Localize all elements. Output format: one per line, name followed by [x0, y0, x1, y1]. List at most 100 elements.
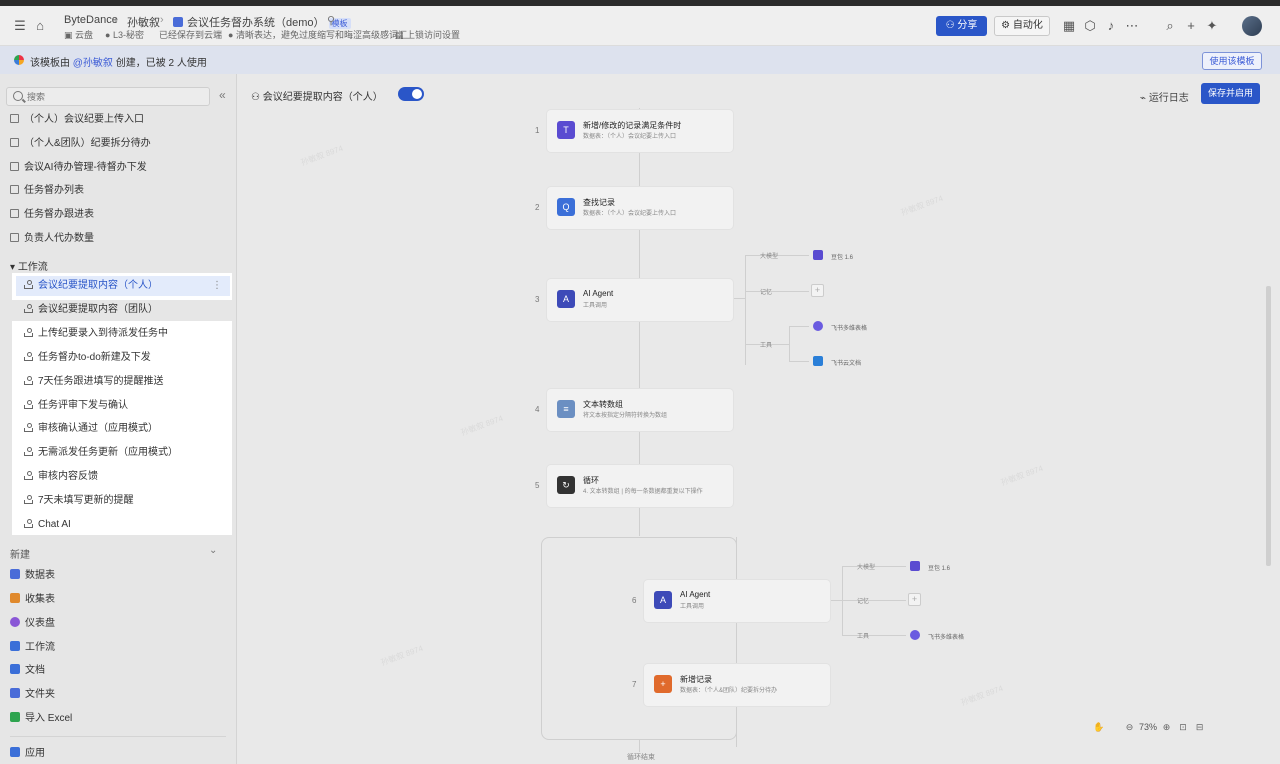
model-node-icon[interactable]: [813, 250, 823, 260]
search-icon[interactable]: ⌕: [1162, 18, 1178, 34]
sidebar-workflow-item[interactable]: 任务督办to-do新建及下发: [24, 348, 151, 368]
node-subtitle: 数据表：（个人）会议纪要上传入口: [583, 211, 677, 217]
node-title: 新增记录: [680, 675, 712, 684]
pin-icon[interactable]: ⚲: [327, 14, 335, 27]
more-icon[interactable]: ⋯: [1124, 18, 1140, 34]
sidebar-workflow-item[interactable]: 7天未填写更新的提醒: [24, 491, 134, 511]
doc-tool-icon[interactable]: [813, 356, 823, 366]
hand-icon[interactable]: ✋: [1092, 722, 1106, 733]
home-icon[interactable]: ⌂: [32, 18, 48, 34]
sparkle-icon[interactable]: ✦: [1204, 18, 1220, 34]
run-log-button[interactable]: ⌁ 运行日志: [1140, 89, 1189, 104]
collapse-sidebar-icon[interactable]: «: [219, 88, 226, 102]
new-folder-item[interactable]: 文件夹: [10, 685, 55, 705]
sidebar-workflow-item[interactable]: 上传纪要录入到待派发任务中: [24, 324, 168, 344]
workflow-icon: [24, 423, 33, 432]
chevron-down-icon[interactable]: ⌄: [209, 545, 217, 556]
fit-view-icon[interactable]: ⊡: [1176, 722, 1190, 733]
connector-line: [789, 326, 790, 361]
branch-label-memory: 记忆: [760, 290, 773, 296]
search-icon: [13, 91, 23, 101]
layout-icon[interactable]: ⊟: [1193, 722, 1207, 733]
robot-icon: ⚙: [1001, 20, 1013, 31]
zoom-out-icon[interactable]: ⊖: [1123, 722, 1137, 733]
workflow-icon: [24, 328, 33, 337]
extension-icon[interactable]: ⬡: [1082, 18, 1098, 34]
model-name: 豆包 1.6: [928, 566, 951, 572]
canvas-scrollbar[interactable]: [1266, 286, 1271, 566]
branch-label-tools: 工具: [857, 634, 870, 640]
history-icon[interactable]: ▦: [1061, 18, 1077, 34]
bell-icon[interactable]: ♪: [1103, 18, 1119, 34]
app-item[interactable]: 应用: [10, 744, 45, 764]
add-memory-button[interactable]: +: [811, 284, 824, 297]
sidebar-workflow-item[interactable]: 7天任务跟进填写的提醒推送: [24, 372, 164, 392]
sidebar-workflow-item[interactable]: 审核内容反馈: [24, 467, 98, 487]
plus-icon[interactable]: +: [1183, 18, 1199, 34]
branch-label-model: 大模型: [760, 254, 779, 260]
workflow-enable-toggle[interactable]: [398, 87, 424, 101]
workflow-section-header[interactable]: ▾ 工作流: [10, 258, 48, 273]
new-dashboard-item[interactable]: 仪表盘: [10, 614, 55, 634]
sidebar-search[interactable]: [6, 87, 210, 106]
sidebar-table-item[interactable]: 负责人代办数量: [10, 229, 94, 249]
sidebar-workflow-item[interactable]: 无需派发任务更新（应用模式）: [24, 443, 178, 463]
import-excel-item[interactable]: 导入 Excel: [10, 709, 72, 729]
sidebar-workflow-item[interactable]: Chat AI: [24, 515, 71, 535]
form-icon: [10, 593, 20, 603]
use-template-button[interactable]: 使用该模板: [1202, 52, 1262, 70]
ai-agent-node[interactable]: A AI Agent 工具调用: [547, 279, 733, 321]
sidebar-workflow-item[interactable]: 会议纪要提取内容（团队）: [24, 300, 158, 320]
trigger-node[interactable]: T 新增/修改的记录满足条件时 数据表：（个人）会议纪要上传入口: [547, 110, 733, 152]
share-button[interactable]: ⚇ 分享: [936, 16, 987, 36]
save-enable-button[interactable]: 保存并启用: [1201, 83, 1260, 104]
workflow-icon: [24, 471, 33, 480]
sidebar-table-item[interactable]: 任务督办跟进表: [10, 205, 94, 225]
more-icon[interactable]: ⋮: [212, 276, 222, 296]
bitable-tool-icon[interactable]: [813, 321, 823, 331]
security-meta[interactable]: ● L3-秘密: [105, 28, 144, 41]
text-to-array-node[interactable]: ≡ 文本转数组 将文本按指定分隔符转换为数组: [547, 389, 733, 431]
node-title: AI Agent: [583, 289, 614, 298]
node-subtitle: 数据表：（个人）会议纪要上传入口: [583, 134, 677, 140]
model-node-icon[interactable]: [910, 561, 920, 571]
new-section-header[interactable]: 新建: [10, 546, 30, 561]
loop-node[interactable]: ↻ 循环 4. 文本转数组 | 的每一条数据都重复以下操作: [547, 465, 733, 507]
new-workflow-item[interactable]: 工作流: [10, 638, 55, 658]
zoom-in-icon[interactable]: ⊕: [1160, 722, 1174, 733]
ai-agent-node[interactable]: A AI Agent 工具调用: [644, 580, 830, 622]
agent-icon: A: [654, 591, 672, 609]
find-records-node[interactable]: Q 查找记录 数据表：（个人）会议纪要上传入口: [547, 187, 733, 229]
add-record-node[interactable]: + 新增记录 数据表：（个人&团队）纪要拆分待办: [644, 664, 830, 706]
banner-author[interactable]: @孙敏叙: [73, 58, 113, 69]
sidebar-table-item[interactable]: 会议AI待办管理-待督办下发: [10, 158, 147, 178]
new-table-item[interactable]: 数据表: [10, 566, 55, 586]
avatar[interactable]: [1242, 16, 1262, 36]
automation-button[interactable]: ⚙ 自动化: [994, 16, 1050, 36]
menu-icon[interactable]: ☰: [12, 18, 28, 34]
caret-down-icon: ▾: [10, 262, 18, 273]
node-subtitle: 将文本按指定分隔符转换为数组: [583, 413, 668, 419]
breadcrumb-org[interactable]: ByteDance: [64, 14, 118, 26]
hint-meta: ● 清晰表达，避免过度缩写和晦涩高级感词汇: [228, 30, 407, 40]
sidebar-workflow-item-active[interactable]: 会议纪要提取内容（个人） ⋮: [16, 276, 230, 296]
workflow-icon: [24, 400, 33, 409]
search-input[interactable]: [27, 90, 207, 104]
new-form-item[interactable]: 收集表: [10, 590, 55, 610]
location-meta: ▣ 云盘: [64, 30, 94, 40]
sidebar-workflow-item[interactable]: 任务评审下发与确认: [24, 396, 128, 416]
sidebar-table-item[interactable]: 任务督办列表: [10, 181, 84, 201]
access-meta[interactable]: ▤ 上锁访问设置: [395, 28, 460, 41]
loop-icon: ↻: [557, 476, 575, 494]
zoom-controls: ✋ ⊖ 73% ⊕ ⊡ ⊟: [1092, 722, 1207, 738]
connector-line: [789, 361, 809, 362]
sidebar-table-item[interactable]: （个人&团队）纪要拆分待办: [10, 134, 151, 154]
zoom-level[interactable]: 73%: [1139, 722, 1157, 732]
add-memory-button[interactable]: +: [908, 593, 921, 606]
sidebar-table-item[interactable]: （个人）会议纪要上传入口: [10, 110, 144, 130]
node-title: 新增/修改的记录满足条件时: [583, 121, 682, 130]
node-subtitle: 4. 文本转数组 | 的每一条数据都重复以下操作: [583, 489, 703, 495]
new-doc-item[interactable]: 文档: [10, 661, 45, 681]
sidebar-workflow-item[interactable]: 审核确认通过（应用模式）: [24, 419, 158, 439]
bitable-tool-icon[interactable]: [910, 630, 920, 640]
